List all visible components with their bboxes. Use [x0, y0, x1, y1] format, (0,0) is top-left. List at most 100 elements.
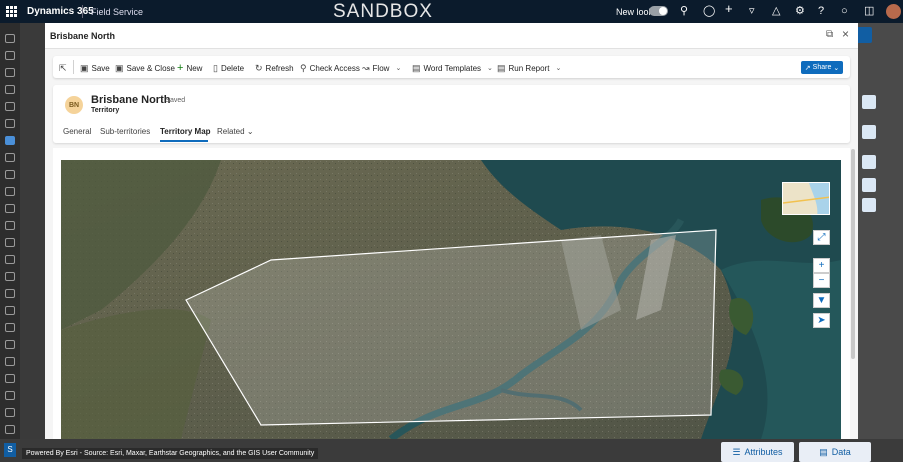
zoom-in-bg-icon[interactable] [862, 125, 876, 139]
map-section: ⤢ + − ▼ ➤ [53, 148, 850, 439]
calendar-icon[interactable] [5, 170, 15, 179]
divider [73, 60, 74, 74]
edit-icon[interactable] [5, 323, 15, 332]
lightbulb-icon[interactable]: ◯ [703, 5, 715, 17]
record-dialog: Brisbane North ⧉ × ⇱ ▣ Save ▣ Save & Close… [45, 23, 858, 439]
record-header: BN Brisbane North - Saved Territory Gene… [53, 85, 850, 143]
new-look-toggle[interactable] [649, 6, 668, 16]
trash-icon[interactable] [5, 425, 15, 434]
truck-icon[interactable] [5, 391, 15, 400]
flow-button[interactable]: ↝ Flow ⌄ [362, 62, 401, 74]
close-icon[interactable]: × [842, 27, 849, 41]
help-button[interactable]: S [4, 443, 16, 457]
refresh-button[interactable]: ↻ Refresh [255, 62, 294, 74]
dialog-scrollbar[interactable] [851, 149, 855, 359]
filter-icon[interactable]: ▿ [749, 5, 755, 17]
location-icon[interactable] [5, 357, 15, 366]
attributes-button[interactable]: ☰ Attributes [721, 442, 794, 462]
layer-bg-icon[interactable] [862, 155, 876, 169]
list-icon: ☰ [732, 446, 741, 457]
locate-bg-icon[interactable] [862, 178, 876, 192]
chevron-down-icon: ⌄ [487, 65, 493, 72]
report-icon: ▤ [497, 62, 506, 73]
save-button[interactable]: ▣ Save [80, 62, 110, 74]
box-icon[interactable] [5, 272, 15, 281]
delete-button[interactable]: ▯ Delete [213, 62, 244, 74]
globe-bg-icon[interactable] [862, 198, 876, 212]
new-button[interactable]: + New [177, 62, 202, 74]
search-icon[interactable]: ⚲ [680, 5, 688, 17]
tab-territory-map[interactable]: Territory Map [160, 127, 211, 136]
module-name[interactable]: Field Service [91, 7, 143, 17]
download-icon[interactable]: ▼ [813, 293, 830, 308]
gear-icon[interactable]: ⚙ [795, 5, 805, 17]
map-nav-icon[interactable] [5, 136, 15, 145]
wrench-icon[interactable] [5, 255, 15, 264]
word-icon: ▤ [412, 62, 421, 73]
pinned-icon[interactable] [5, 85, 15, 94]
help-icon[interactable]: ? [818, 5, 824, 17]
settings-nav-icon[interactable] [5, 374, 15, 383]
left-navigation [0, 23, 20, 462]
zoom-out-icon[interactable]: − [813, 273, 830, 288]
check-access-label: Check Access [309, 63, 360, 73]
back-button[interactable]: ⇱ [59, 62, 67, 74]
data-button[interactable]: ▤ Data [799, 442, 871, 462]
home-icon[interactable] [5, 51, 15, 60]
record-name: Brisbane North [91, 94, 171, 106]
recent-icon[interactable] [5, 68, 15, 77]
app-launcher-icon[interactable] [6, 6, 17, 17]
tab-sub-territories[interactable]: Sub-territories [100, 127, 150, 136]
flow-label: Flow [372, 63, 390, 73]
share-button[interactable]: ↗ Share ⌄ [801, 61, 843, 74]
basemap-thumbnail[interactable] [782, 182, 830, 215]
menu-icon[interactable] [5, 34, 15, 43]
entity-name: Territory [91, 107, 120, 114]
tools-icon[interactable] [5, 204, 15, 213]
word-templates-label: Word Templates [423, 63, 482, 73]
record-avatar: BN [65, 96, 83, 114]
app-name[interactable]: Dynamics 365 [27, 6, 94, 17]
document-icon[interactable] [5, 187, 15, 196]
map-attribution: Powered By Esri - Source: Esri, Maxar, E… [22, 448, 319, 459]
background-app-right [858, 23, 903, 462]
bell-icon[interactable]: △ [772, 5, 780, 17]
people-icon[interactable] [5, 221, 15, 230]
territory-map[interactable] [61, 160, 841, 439]
plus-icon[interactable]: + [725, 2, 733, 15]
satellite-imagery [61, 160, 841, 439]
share-icon[interactable]: ◫ [864, 5, 874, 17]
basemap-thumbnail-image [783, 183, 829, 214]
folder-icon[interactable] [5, 289, 15, 298]
avatar[interactable] [886, 4, 901, 19]
person-icon[interactable] [5, 306, 15, 315]
tab-general[interactable]: General [63, 127, 91, 136]
dashboard-icon[interactable] [5, 119, 15, 128]
key-icon: ⚲ [300, 62, 307, 73]
environment-label: SANDBOX [333, 1, 433, 22]
expand-icon[interactable] [862, 95, 876, 109]
chevron-down-icon: ⌄ [833, 64, 840, 72]
attributes-label: Attributes [744, 447, 783, 457]
chevron-down-icon: ⌄ [555, 65, 562, 72]
tab-related[interactable]: Related ⌄ [217, 127, 254, 136]
play-icon[interactable] [5, 102, 15, 111]
chat-icon[interactable]: ○ [841, 5, 848, 17]
fullscreen-icon[interactable]: ⤢ [813, 230, 830, 245]
share-label: Share [812, 64, 832, 71]
open-in-new-window-icon[interactable]: ⧉ [826, 29, 833, 40]
tag-icon[interactable] [5, 408, 15, 417]
save-close-button[interactable]: ▣ Save & Close [115, 62, 175, 74]
clipboard-icon[interactable] [5, 238, 15, 247]
chevron-down-icon: ⌄ [246, 127, 254, 136]
check-access-button[interactable]: ⚲ Check Access [300, 62, 360, 74]
locate-icon[interactable]: ➤ [813, 313, 830, 328]
word-templates-button[interactable]: ▤ Word Templates ⌄ [412, 62, 493, 74]
zoom-in-icon[interactable]: + [813, 258, 830, 273]
chevron-down-icon: ⌄ [395, 65, 402, 72]
report-icon[interactable] [5, 340, 15, 349]
run-report-button[interactable]: ▤ Run Report ⌄ [497, 62, 561, 74]
divider [82, 5, 83, 18]
new-label: New [186, 63, 203, 73]
list-icon[interactable] [5, 153, 15, 162]
